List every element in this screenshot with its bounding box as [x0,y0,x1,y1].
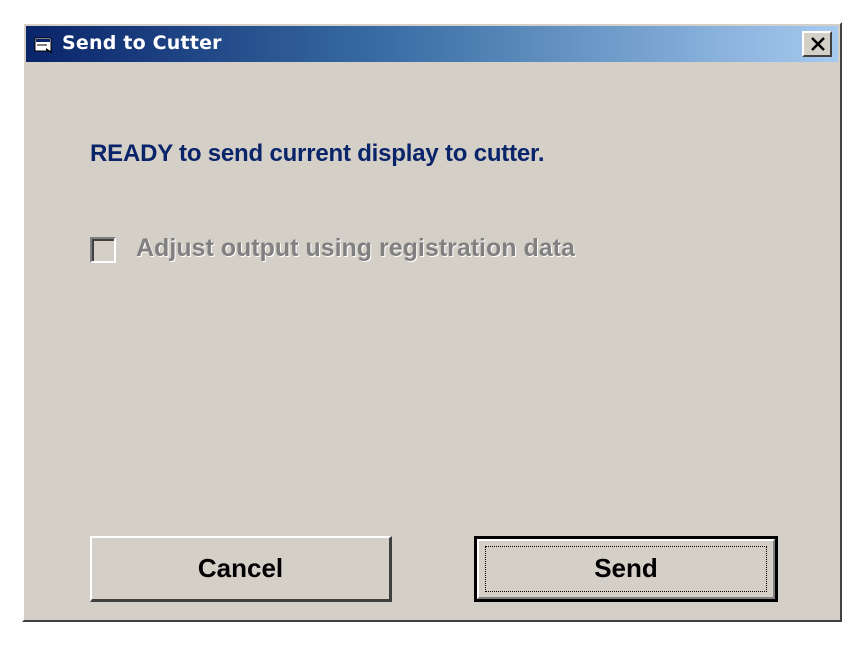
adjust-output-label: Adjust output using registration data [136,234,575,262]
cancel-button-label: Cancel [197,553,284,583]
checkbox-inner-bevel [92,239,114,261]
send-button-label: Send [594,553,658,583]
cutter-app-icon [34,34,54,54]
close-icon [811,37,825,51]
window-title: Send to Cutter [62,32,222,54]
send-button[interactable]: Send [474,536,778,602]
adjust-output-checkbox [90,237,116,263]
title-bar[interactable]: Send to Cutter [26,26,838,62]
send-to-cutter-dialog: Send to Cutter READY to send current dis… [22,22,842,622]
cancel-button[interactable]: Cancel [90,536,392,602]
ready-message: READY to send current display to cutter. [90,140,545,167]
close-button[interactable] [802,31,832,57]
